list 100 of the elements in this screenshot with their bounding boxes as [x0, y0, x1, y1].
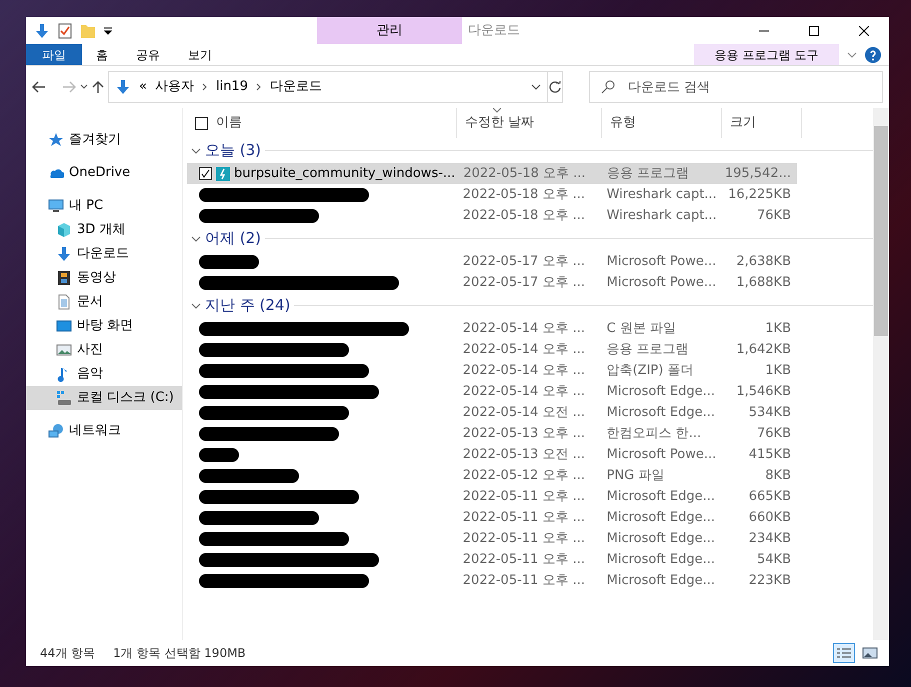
- column-header[interactable]: 크기: [730, 108, 756, 131]
- type-cell-text: Microsoft Powe...: [606, 252, 718, 271]
- type-cell-text: Microsoft Edge...: [606, 488, 716, 506]
- download-arrow-icon[interactable]: [34, 22, 50, 38]
- network-icon: [48, 423, 64, 439]
- file-row[interactable]: burpsuite_community_windows-... 2022-05-18 오후 ... 응용 프로그램 195,542...: [187, 163, 797, 184]
- sidebar-item[interactable]: 3D 개체: [26, 218, 182, 242]
- file-row[interactable]: 2022-05-14 오후 ... C 원본 파일 1KB: [187, 318, 797, 339]
- path-overflow[interactable]: «: [139, 77, 147, 97]
- file-row[interactable]: 2022-05-17 오후 ... Microsoft Powe... 2,638KB: [187, 251, 797, 272]
- maximize-icon[interactable]: [809, 26, 819, 36]
- view-toggle[interactable]: [833, 643, 855, 663]
- file-row[interactable]: 2022-05-13 오후 ... 한컴오피스 한... 76KB: [187, 423, 797, 444]
- drive-icon: [56, 390, 72, 406]
- breadcrumb[interactable]: 사용자: [154, 77, 194, 97]
- size-cell-text: 8KB: [764, 466, 792, 485]
- expand-ribbon-icon[interactable]: [847, 50, 857, 58]
- group-header[interactable]: 어제 (2): [205, 227, 262, 250]
- sidebar-item[interactable]: OneDrive: [26, 161, 182, 185]
- computer-icon: [48, 198, 64, 214]
- size-cell-text: 76KB: [756, 424, 792, 443]
- file-row[interactable]: 2022-05-18 오후 ... Wireshark capt... 76KB: [187, 205, 797, 226]
- sidebar-item[interactable]: 로컬 디스크 (C:): [26, 386, 182, 410]
- sidebar-item[interactable]: 네트워크: [26, 419, 182, 443]
- scrollbar-thumb[interactable]: [874, 126, 888, 336]
- sidebar-item[interactable]: 다운로드: [26, 242, 182, 266]
- dropdown-caret-icon[interactable]: [531, 84, 541, 90]
- scrollbar[interactable]: [873, 108, 889, 640]
- film-icon: [56, 270, 72, 286]
- download-arrow-icon: [115, 79, 131, 95]
- sort-caret-icon: [492, 108, 501, 113]
- select-all-checkbox[interactable]: [195, 116, 208, 130]
- group-header[interactable]: 지난 주 (24): [205, 294, 290, 317]
- size-cell-text: 16,225KB: [727, 186, 792, 204]
- sidebar-item[interactable]: 동영상: [26, 266, 182, 290]
- up-arrow-icon[interactable]: [92, 80, 104, 94]
- date-cell-text: 2022-05-11 오후 ...: [462, 550, 586, 569]
- chevron-right-icon: [202, 83, 208, 91]
- close-icon[interactable]: [859, 26, 869, 36]
- ribbon-tab[interactable]: 파일: [26, 44, 82, 65]
- breadcrumb[interactable]: lin19: [216, 77, 248, 97]
- date-cell-text: 2022-05-14 오후 ...: [462, 340, 586, 359]
- sidebar-item[interactable]: 사진: [26, 338, 182, 362]
- ribbon-tab[interactable]: 보기: [174, 44, 226, 65]
- ribbon-tab[interactable]: 응용 프로그램 도구: [694, 44, 839, 65]
- type-cell-text: Microsoft Edge...: [606, 530, 716, 548]
- size-cell-text: 1,642KB: [735, 340, 792, 359]
- file-row[interactable]: 2022-05-17 오후 ... Microsoft Powe... 1,688KB: [187, 272, 797, 293]
- sidebar-item[interactable]: 바탕 화면: [26, 314, 182, 338]
- recent-locations-caret-icon[interactable]: [80, 84, 88, 90]
- address-bar[interactable]: « 사용자 lin19 다운로드: [108, 71, 548, 103]
- back-arrow-icon[interactable]: [32, 81, 46, 93]
- sidebar-item[interactable]: 음악: [26, 362, 182, 386]
- collapse-chevron-icon[interactable]: [191, 148, 201, 154]
- checklist-icon[interactable]: [58, 22, 72, 38]
- date-cell-text: 2022-05-14 오후 ...: [462, 320, 586, 338]
- size-cell-text: 1,688KB: [735, 274, 792, 292]
- column-header[interactable]: 이름: [216, 108, 242, 131]
- column-header[interactable]: 유형: [610, 108, 636, 131]
- ribbon-tab[interactable]: 공유: [122, 44, 174, 65]
- document-icon: [56, 294, 72, 310]
- size-cell-text: 660KB: [748, 508, 792, 527]
- file-row[interactable]: 2022-05-14 오후 ... 응용 프로그램 1,642KB: [187, 339, 797, 360]
- file-row[interactable]: 2022-05-13 오전 ... Microsoft Powe... 415KB: [187, 444, 797, 465]
- desktop-icon: [56, 318, 72, 334]
- size-cell-text: 1,546KB: [735, 382, 792, 401]
- size-cell-text: 1KB: [764, 362, 792, 380]
- cube-icon: [56, 222, 72, 238]
- group-header[interactable]: 오늘 (3): [205, 139, 262, 162]
- search-field[interactable]: 다운로드 검색: [589, 71, 883, 103]
- type-cell-text: Wireshark capt...: [606, 206, 718, 225]
- file-row[interactable]: 2022-05-14 오후 ... 압축(ZIP) 폴더 1KB: [187, 360, 797, 381]
- file-row[interactable]: 2022-05-14 오후 ... Microsoft Edge... 1,546KB: [187, 381, 797, 402]
- type-cell-text: Microsoft Edge...: [606, 508, 716, 527]
- file-row[interactable]: 2022-05-18 오후 ... Wireshark capt... 16,225KB: [187, 184, 797, 205]
- file-row[interactable]: 2022-05-11 오후 ... Microsoft Edge... 665KB: [187, 486, 797, 507]
- sidebar-item[interactable]: 내 PC: [26, 194, 182, 218]
- type-cell-text: 압축(ZIP) 폴더: [606, 362, 694, 380]
- details-view-icon: [836, 647, 852, 659]
- dropdown-caret-icon[interactable]: [104, 26, 112, 34]
- row-checkbox[interactable]: [199, 167, 212, 180]
- refresh-icon[interactable]: [549, 81, 561, 93]
- sidebar-item[interactable]: 문서: [26, 290, 182, 314]
- file-row[interactable]: 2022-05-11 오후 ... Microsoft Edge... 223KB: [187, 570, 797, 591]
- file-row[interactable]: 2022-05-11 오후 ... Microsoft Edge... 54KB: [187, 549, 797, 570]
- date-cell-text: 2022-05-18 오후 ...: [462, 186, 586, 204]
- star-icon: [48, 132, 64, 148]
- help-icon[interactable]: [865, 46, 881, 62]
- collapse-chevron-icon[interactable]: [191, 302, 201, 308]
- file-row[interactable]: 2022-05-11 오후 ... Microsoft Edge... 660KB: [187, 507, 797, 528]
- ribbon-tab[interactable]: 홈: [82, 44, 122, 65]
- date-cell-text: 2022-05-11 오후 ...: [462, 530, 586, 548]
- collapse-chevron-icon[interactable]: [191, 236, 201, 242]
- breadcrumb[interactable]: 다운로드: [270, 77, 322, 97]
- file-row[interactable]: 2022-05-14 오전 ... Microsoft Edge... 534KB: [187, 402, 797, 423]
- sidebar-item[interactable]: 즐겨찾기: [26, 128, 182, 152]
- file-row[interactable]: 2022-05-12 오후 ... PNG 파일 8KB: [187, 465, 797, 486]
- file-row[interactable]: 2022-05-11 오후 ... Microsoft Edge... 234KB: [187, 528, 797, 549]
- file-name: burpsuite_community_windows-...: [234, 164, 456, 183]
- column-header[interactable]: 수정한 날짜: [465, 108, 534, 131]
